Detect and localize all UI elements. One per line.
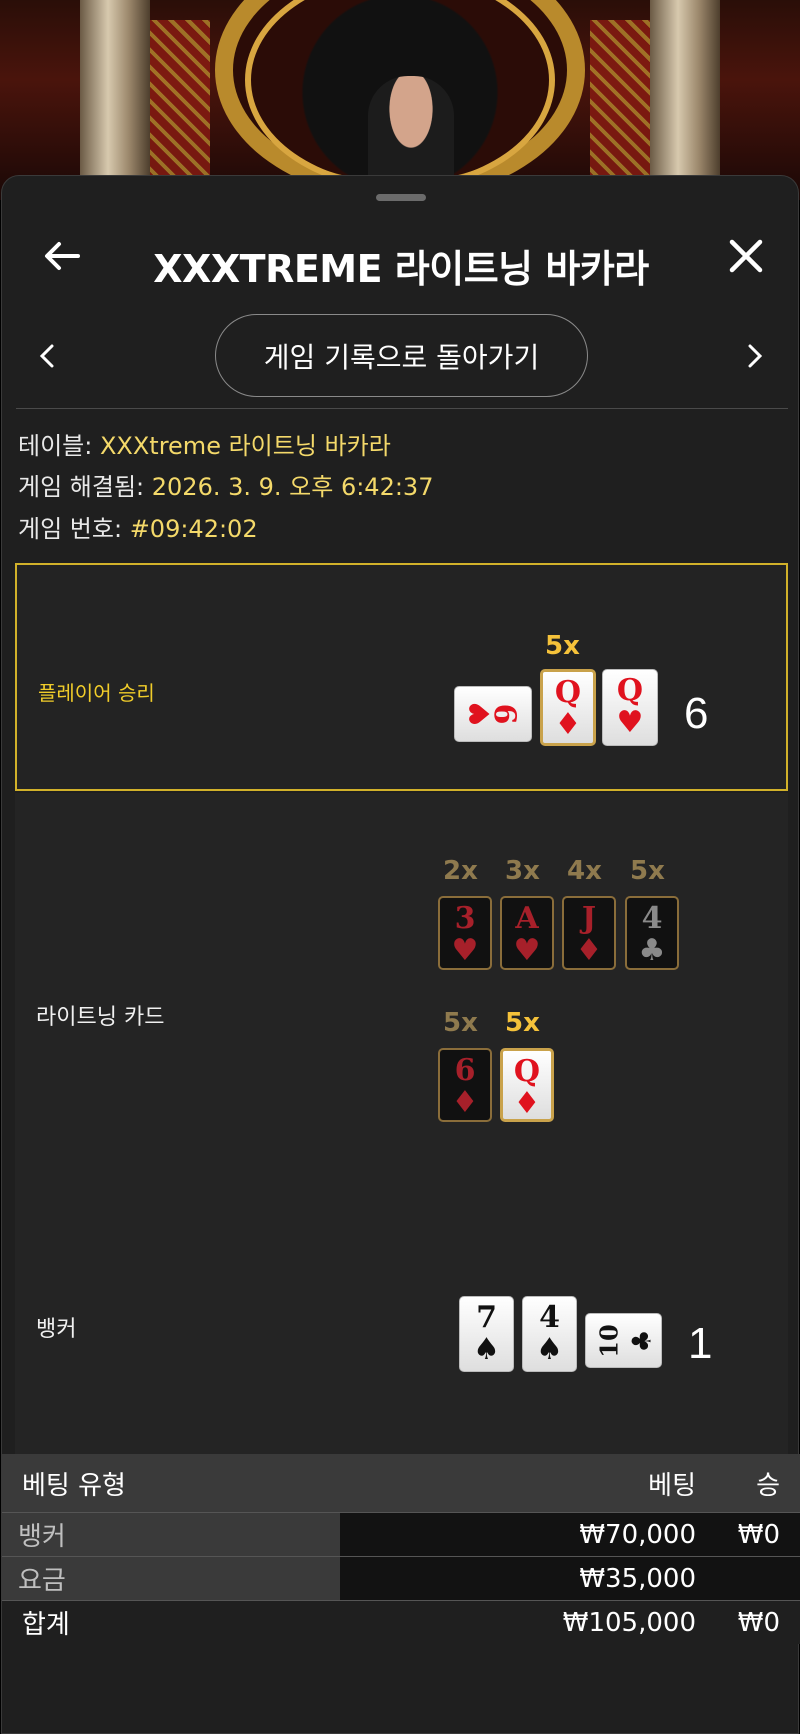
player-card-1: ♥ 9	[454, 686, 532, 742]
lightning-multiplier: 2x	[443, 856, 478, 886]
page-title: XXXTREME 라이트닝 바카라	[153, 247, 649, 291]
game-detail-sheet: XXXTREME 라이트닝 바카라 게임 기록으로 돌아가기 테이블: XXXt…	[1, 175, 800, 1734]
decor-panel	[590, 20, 650, 200]
bet-row: 요금 ₩35,000	[2, 1556, 800, 1600]
game-number: #09:42:02	[129, 515, 258, 543]
chevron-right-icon[interactable]	[740, 341, 770, 371]
lightning-card: 3 ♥	[438, 896, 492, 970]
banker-card-3: 10 ♣	[585, 1313, 662, 1368]
info-label: 게임 해결됨:	[18, 473, 145, 501]
lightning-multiplier: 4x	[567, 856, 602, 886]
bet-type: 요금	[2, 1557, 340, 1600]
bet-amount: ₩35,000	[579, 1563, 696, 1594]
card-rank: 10	[594, 1323, 624, 1358]
player-card-3: Q ♥	[602, 669, 658, 746]
lightning-card: 6 ♦	[438, 1048, 492, 1122]
lightning-multiplier: 3x	[505, 856, 540, 886]
banker-score: 1	[688, 1319, 713, 1368]
decor-pillar	[80, 0, 150, 200]
player-card-2: Q ♦	[540, 669, 596, 746]
bet-total-row: 합계 ₩105,000 ₩0	[2, 1600, 800, 1644]
player-result-box: 플레이어 승리	[15, 563, 788, 791]
divider	[16, 408, 788, 409]
win-amount: ₩0	[737, 1519, 780, 1550]
return-to-history-button[interactable]: 게임 기록으로 돌아가기	[215, 314, 588, 397]
player-win-label: 플레이어 승리	[38, 681, 155, 705]
column-bet-type: 베팅 유형	[22, 1470, 126, 1501]
game-navigation: 게임 기록으로 돌아가기	[2, 311, 800, 401]
info-resolved: 게임 해결됨: 2026. 3. 9. 오후 6:42:37	[18, 467, 433, 502]
bets-table-header: 베팅 유형 베팅 승	[2, 1454, 800, 1512]
dealer-image	[368, 76, 454, 186]
card-suit: ♦	[575, 933, 603, 968]
banker-card-1: 7 ♠	[459, 1296, 514, 1372]
info-label: 게임 번호:	[18, 515, 123, 543]
header: XXXTREME 라이트닝 바카라	[2, 216, 800, 296]
card-rank: J	[581, 901, 597, 936]
lightning-cards-label: 라이트닝 카드	[36, 1005, 165, 1030]
info-game-number: 게임 번호: #09:42:02	[18, 509, 258, 544]
drag-handle[interactable]	[376, 194, 426, 201]
card-suit: ♠	[473, 1332, 500, 1367]
bet-amount: ₩70,000	[579, 1519, 696, 1550]
table-name: XXXtreme 라이트닝 바카라	[99, 432, 391, 460]
card-suit: ♥	[616, 705, 644, 740]
decor-panel	[150, 20, 210, 200]
lightning-multiplier: 5x	[443, 1008, 478, 1038]
live-video-background	[0, 0, 800, 200]
card-rank: Q	[513, 1054, 541, 1089]
card-suit: ♥	[451, 933, 479, 968]
banker-card-2: 4 ♠	[522, 1296, 577, 1372]
lightning-card: A ♥	[500, 896, 554, 970]
bet-type: 뱅커	[2, 1513, 340, 1556]
banker-label: 뱅커	[36, 1317, 77, 1342]
card-suit: ♥	[513, 933, 541, 968]
chevron-left-icon[interactable]	[32, 341, 62, 371]
card-rank: 4	[539, 1300, 560, 1335]
card-rank: 9	[489, 703, 525, 725]
bet-row: 뱅커 ₩70,000 ₩0	[2, 1512, 800, 1556]
card-suit: ♣	[627, 1328, 658, 1353]
card-rank: Q	[616, 673, 644, 708]
card-suit: ♦	[554, 707, 582, 742]
info-label: 테이블:	[18, 432, 93, 460]
card-rank: 6	[454, 1053, 476, 1088]
info-table: 테이블: XXXtreme 라이트닝 바카라	[18, 426, 391, 461]
close-icon[interactable]	[722, 232, 770, 280]
lightning-multiplier: 5x	[505, 1008, 540, 1038]
decor-pillar	[650, 0, 720, 200]
bets-table: 베팅 유형 베팅 승 뱅커 ₩70,000 ₩0 요금 ₩35,000 합계 ₩…	[2, 1454, 800, 1644]
lightning-card-winning: Q ♦	[500, 1048, 554, 1122]
card-suit: ♦	[451, 1085, 479, 1120]
total-bet: ₩105,000	[562, 1607, 696, 1638]
lightning-card: 4 ♣	[625, 896, 679, 970]
card-suit: ♣	[638, 933, 666, 968]
column-win: 승	[756, 1470, 780, 1501]
player-score: 6	[684, 689, 709, 738]
total-win: ₩0	[737, 1607, 780, 1638]
lightning-card: J ♦	[562, 896, 616, 970]
card-rank: 3	[454, 901, 476, 936]
card-rank: 4	[641, 901, 663, 936]
card-rank: 7	[476, 1300, 497, 1335]
card-suit: ♠	[536, 1332, 563, 1367]
total-label: 합계	[22, 1610, 70, 1640]
resolved-time: 2026. 3. 9. 오후 6:42:37	[151, 473, 434, 501]
player-card-2-multiplier: 5x	[545, 631, 580, 661]
lightning-multiplier: 5x	[630, 856, 665, 886]
card-suit: ♦	[513, 1086, 541, 1121]
card-rank: Q	[554, 675, 582, 710]
column-bet: 베팅	[648, 1470, 696, 1501]
card-rank: A	[515, 901, 539, 936]
